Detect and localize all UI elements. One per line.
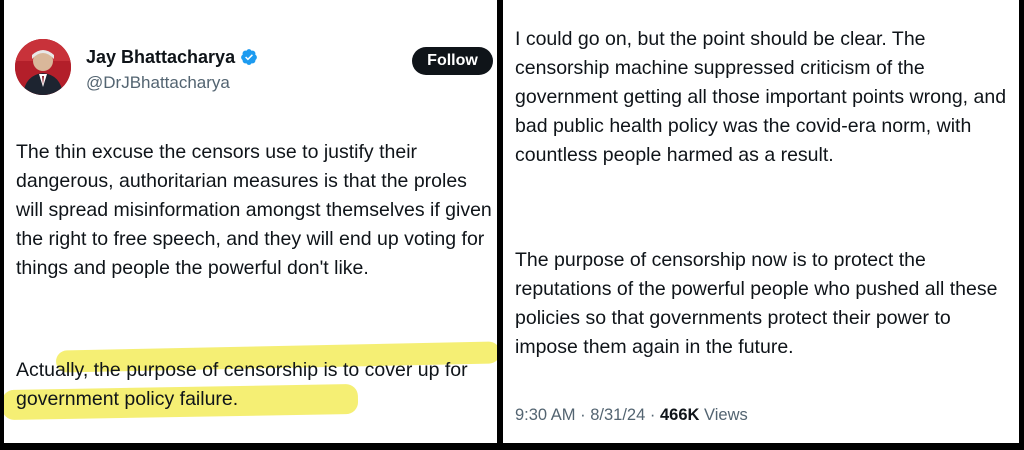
views-count: 466K (659, 406, 700, 424)
follow-button[interactable]: Follow (412, 47, 493, 75)
post-metadata: 9:30 AM · 8/31/24 · 466K Views (515, 404, 748, 426)
meta-separator: · (649, 406, 656, 424)
meta-separator: · (580, 406, 586, 424)
verified-badge-icon (241, 49, 257, 65)
post-text-paragraph-4: The purpose of censorship now is to prot… (515, 249, 998, 358)
author-handle[interactable]: @DrJBhattacharya (86, 72, 230, 94)
left-screenshot-panel: Jay Bhattacharya @DrJBhattacharya Follow… (4, 0, 497, 443)
post-text-paragraph-3: I could go on, but the point should be c… (515, 28, 1007, 166)
post-time[interactable]: 9:30 AM (515, 406, 576, 424)
author-name-row[interactable]: Jay Bhattacharya (86, 46, 258, 68)
avatar[interactable] (15, 39, 71, 95)
post-text-paragraph-2: Actually, the purpose of censorship is t… (16, 359, 468, 410)
post-text-paragraph-1: The thin excuse the censors use to justi… (16, 141, 492, 279)
right-screenshot-panel: I could go on, but the point should be c… (503, 0, 1019, 443)
author-name[interactable]: Jay Bhattacharya (86, 46, 235, 68)
top-bar-remnant (4, 0, 497, 3)
views-label: Views (704, 406, 748, 424)
avatar-image (15, 39, 71, 95)
post-date[interactable]: 8/31/24 (590, 406, 645, 424)
